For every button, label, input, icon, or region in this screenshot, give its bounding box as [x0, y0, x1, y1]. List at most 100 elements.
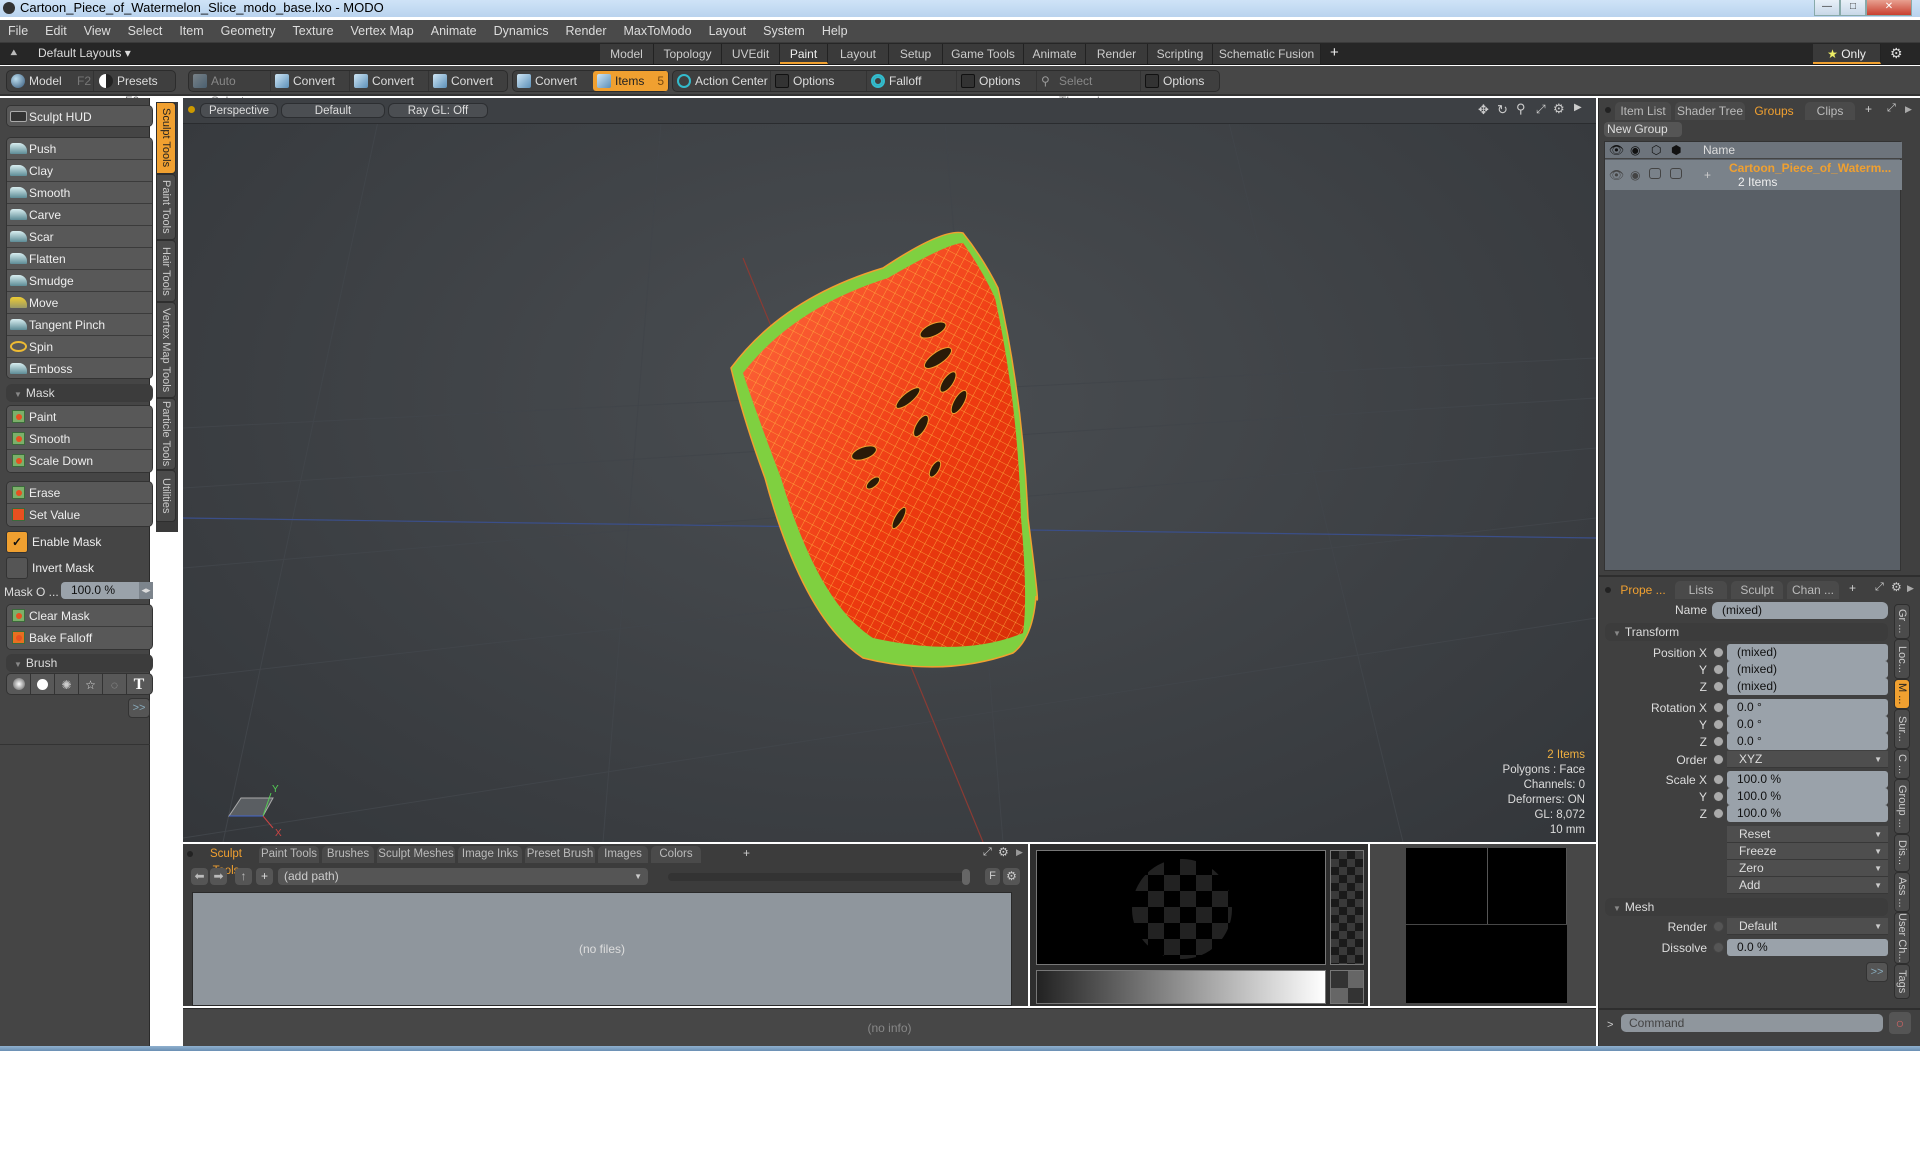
menu-system[interactable]: System [763, 24, 805, 38]
tab-channels[interactable]: Chan ... [1787, 581, 1839, 599]
position-z-anim-dot[interactable] [1713, 681, 1724, 692]
position-x-anim-dot[interactable] [1713, 647, 1724, 658]
layouts-dropdown[interactable]: Default Layouts ▾ [38, 46, 131, 60]
add-layout-button[interactable]: + [1330, 44, 1339, 61]
side-tab-display[interactable]: Dis... [1894, 834, 1910, 872]
clear-mask-button[interactable]: Clear Mask [7, 605, 152, 627]
tab-image-inks[interactable]: Image Inks [458, 846, 522, 863]
viewport-expand-icon[interactable]: ▶ [1574, 102, 1582, 113]
tab-lists[interactable]: Lists [1675, 581, 1727, 599]
side-tab-paint-tools[interactable]: Paint Tools [156, 174, 176, 240]
position-y-field[interactable]: (mixed) [1727, 661, 1888, 678]
transform-section-header[interactable]: Transform [1605, 623, 1888, 641]
enable-mask-checkbox[interactable]: ✓ [6, 531, 28, 553]
render-toggle-icon[interactable]: ◉ [1630, 168, 1640, 182]
mask-smooth-button[interactable]: Smooth [7, 428, 152, 450]
panel-splitter[interactable] [1599, 575, 1920, 577]
menu-edit[interactable]: Edit [45, 24, 67, 38]
name-field[interactable]: (mixed) [1712, 602, 1888, 619]
invert-mask-checkbox[interactable] [6, 557, 28, 579]
group-row[interactable]: 👁 ◉ + Cartoon_Piece_of_Waterm... 2 Items [1605, 160, 1902, 190]
side-tab-surface[interactable]: Sur... [1894, 709, 1910, 749]
zoom-icon[interactable]: ⚲ [1516, 101, 1526, 117]
command-history-button[interactable]: ○ [1889, 1012, 1911, 1034]
tool-carve[interactable]: Carve [7, 204, 152, 226]
add-tab-button[interactable]: + [743, 846, 750, 860]
add-dropdown[interactable]: Add [1727, 877, 1888, 894]
menu-dynamics[interactable]: Dynamics [494, 24, 549, 38]
tool-scar[interactable]: Scar [7, 226, 152, 248]
star-brush-icon[interactable]: ☆ [79, 674, 103, 694]
panel-expand-icon[interactable]: ▶ [1905, 104, 1912, 115]
tab-preset-brush[interactable]: Preset Brush [525, 846, 595, 863]
falloff-button[interactable]: Falloff [867, 71, 957, 91]
scale-x-anim-dot[interactable] [1713, 774, 1724, 785]
tab-groups[interactable]: Groups [1749, 102, 1799, 120]
tab-schematic-fusion[interactable]: Schematic Fusion [1213, 44, 1321, 64]
side-tab-utilities[interactable]: Utilities [156, 470, 176, 522]
add-path-button[interactable]: + [256, 868, 273, 885]
mask-set-value-button[interactable]: Set Value [7, 504, 152, 526]
panel-expand-icon[interactable]: ▶ [1016, 847, 1023, 858]
select-options-button[interactable]: Options [1141, 71, 1221, 91]
more-properties-button[interactable]: >> [1866, 962, 1888, 982]
position-x-field[interactable]: (mixed) [1727, 644, 1888, 661]
command-input[interactable]: Command [1621, 1014, 1883, 1032]
mask-scale-down-button[interactable]: Scale Down [7, 450, 152, 472]
new-group-button[interactable]: New Group [1604, 122, 1682, 137]
side-tab-mesh[interactable]: M ... [1894, 679, 1910, 709]
menu-select[interactable]: Select [128, 24, 163, 38]
view-mode-button[interactable]: Perspective [200, 103, 278, 118]
tool-push[interactable]: Push [7, 138, 152, 160]
scale-z-field[interactable]: 100.0 % [1727, 805, 1888, 822]
slider-handle[interactable] [962, 869, 970, 885]
action-center-button[interactable]: Action Center [673, 71, 771, 91]
vector-brush-icon[interactable]: ◌ [103, 674, 127, 694]
slider-arrows-icon[interactable]: ◂▸ [139, 582, 153, 599]
scale-x-field[interactable]: 100.0 % [1727, 771, 1888, 788]
convert-polygons-button[interactable]: Convert [429, 71, 509, 91]
texture-preview[interactable] [1036, 850, 1326, 965]
tool-tangent-pinch[interactable]: Tangent Pinch [7, 314, 152, 336]
panel-maximize-icon[interactable]: ⤢ [1887, 102, 1896, 115]
scale-y-anim-dot[interactable] [1713, 791, 1724, 802]
tab-clips[interactable]: Clips [1805, 102, 1855, 120]
add-tab-button[interactable]: + [1865, 102, 1872, 116]
side-tab-tags[interactable]: Tags [1894, 964, 1910, 999]
layout-up-icon[interactable]: ⯅ [9, 46, 19, 61]
scale-z-anim-dot[interactable] [1713, 808, 1724, 819]
render-dropdown[interactable]: Default [1727, 918, 1888, 935]
tab-paint-tools[interactable]: Paint Tools [259, 846, 319, 863]
thumbnail-size-slider[interactable] [668, 869, 970, 885]
menu-geometry[interactable]: Geometry [221, 24, 276, 38]
mesh-section-header[interactable]: Mesh [1605, 898, 1888, 916]
order-anim-dot[interactable] [1713, 754, 1724, 765]
maximize-button[interactable]: □ [1840, 0, 1866, 16]
tab-model[interactable]: Model [600, 44, 654, 64]
tool-smudge[interactable]: Smudge [7, 270, 152, 292]
soft-brush-icon[interactable] [7, 674, 31, 694]
close-button[interactable]: ✕ [1866, 0, 1912, 16]
tab-setup[interactable]: Setup [889, 44, 943, 64]
reset-dropdown[interactable]: Reset [1727, 826, 1888, 843]
auto-select-button[interactable]: Auto Select [189, 71, 271, 108]
rotate-icon[interactable]: ↻ [1497, 102, 1508, 118]
properties-menu-dot-icon[interactable] [1605, 587, 1611, 593]
rotation-z-field[interactable]: 0.0 ° [1727, 733, 1888, 750]
model-mode-button[interactable]: Model F2 [7, 71, 94, 91]
convert-items-button[interactable]: Convert [513, 71, 591, 91]
tab-render[interactable]: Render [1086, 44, 1148, 64]
forward-button[interactable]: ➡ [210, 868, 227, 885]
menu-help[interactable]: Help [822, 24, 848, 38]
parent-dir-button[interactable]: ↑ [235, 868, 252, 885]
tab-images[interactable]: Images [598, 846, 648, 863]
menu-render[interactable]: Render [566, 24, 607, 38]
render-column-icon[interactable]: ◉ [1630, 143, 1640, 157]
dissolve-field[interactable]: 0.0 % [1727, 939, 1888, 956]
tab-shader-tree[interactable]: Shader Tree [1675, 102, 1745, 120]
dissolve-anim-dot[interactable] [1713, 942, 1724, 953]
panel-maximize-icon[interactable]: ⤢ [1875, 581, 1884, 594]
tool-smooth[interactable]: Smooth [7, 182, 152, 204]
side-tab-particle-tools[interactable]: Particle Tools [156, 398, 176, 470]
scale-y-field[interactable]: 100.0 % [1727, 788, 1888, 805]
